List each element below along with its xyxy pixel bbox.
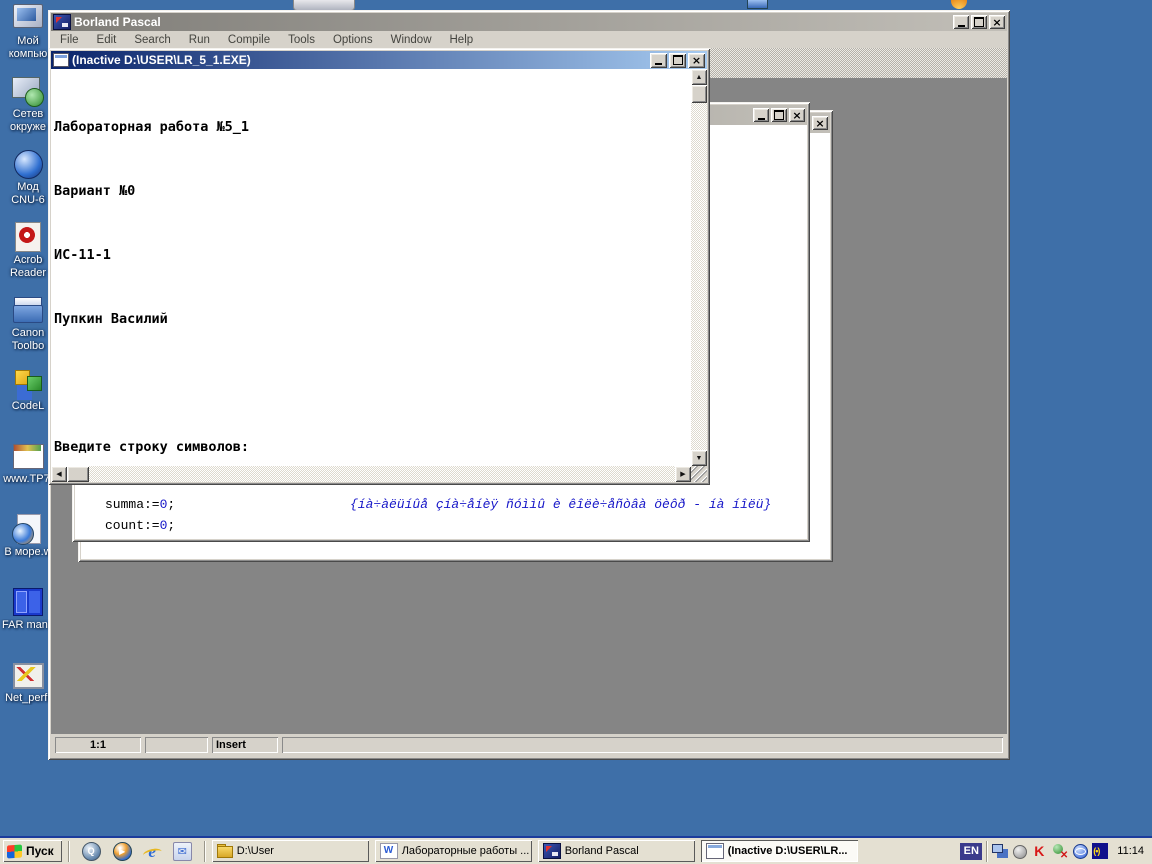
menu-item[interactable]: File (51, 33, 88, 47)
borland-pascal-icon[interactable] (53, 14, 71, 30)
menu-item[interactable]: Run (180, 33, 219, 47)
minimize-button[interactable] (650, 52, 667, 68)
code-line: summa:=0; (105, 497, 176, 512)
scroll-down-button[interactable]: ▼ (691, 450, 707, 466)
status-message-cell (282, 737, 1003, 753)
vertical-scroll-thumb[interactable] (691, 85, 707, 103)
dos-output-line: Вариант №0 (54, 183, 136, 199)
code-line: count:=0; (105, 518, 176, 533)
menu-bar: File Edit Search Run Compile Tools Optio… (51, 31, 1007, 48)
ie-icon[interactable] (144, 843, 161, 860)
folder-icon (216, 844, 233, 858)
scroll-left-button[interactable]: ◀ (51, 466, 67, 482)
dos-output-line: ИС-11-1 (54, 247, 111, 263)
quick-launch (76, 841, 198, 861)
taskbar-button[interactable]: (Inactive D:\USER\LR... (700, 840, 858, 862)
taskbar: Пуск D:\User Лабораторные работы ... Bor… (0, 836, 1152, 864)
partial-desktop-icon (747, 0, 768, 9)
window-title: Borland Pascal (74, 15, 161, 29)
start-button-label: Пуск (26, 844, 54, 858)
minimize-button[interactable] (753, 108, 769, 122)
dos-window: (Inactive D:\USER\LR_5_1.EXE) Лабораторн… (48, 48, 710, 485)
scroll-right-button[interactable]: ▶ (675, 466, 691, 482)
dos-output-line: Пупкин Василий (54, 311, 168, 327)
dos-icon (705, 843, 724, 859)
maximize-button[interactable] (771, 108, 787, 122)
menu-item[interactable]: Compile (219, 33, 279, 47)
taskbar-separator (67, 840, 70, 862)
dos-output: Лабораторная работа №5_1 Вариант №0 ИС-1… (54, 71, 689, 482)
menu-item[interactable]: Tools (279, 33, 324, 47)
taskbar-button[interactable]: D:\User (211, 840, 369, 862)
menu-item[interactable]: Search (125, 33, 179, 47)
quicktime-icon[interactable] (81, 841, 101, 861)
volume-tray-icon[interactable] (1012, 843, 1028, 859)
scroll-up-button[interactable]: ▲ (691, 69, 707, 85)
taskbar-button[interactable]: Лабораторные работы ... (374, 840, 532, 862)
system-tray: EN 11:14 (960, 840, 1149, 862)
network-tray-icon[interactable] (992, 843, 1008, 859)
close-button[interactable] (688, 52, 705, 68)
insert-mode-cell: Insert (212, 737, 278, 753)
dos-content: Лабораторная работа №5_1 Вариант №0 ИС-1… (51, 69, 707, 482)
language-indicator[interactable]: EN (960, 842, 983, 860)
horizontal-scrollbar[interactable]: ◀ ▶ (51, 466, 691, 482)
close-button[interactable] (789, 108, 805, 122)
menu-item[interactable]: Window (382, 33, 441, 47)
menu-item[interactable]: Help (441, 33, 483, 47)
outlook-express-icon[interactable] (172, 841, 192, 861)
start-button[interactable]: Пуск (3, 840, 62, 862)
windows-logo-icon (7, 843, 22, 859)
dos-output-line: Введите строку символов: (54, 439, 250, 455)
dos-titlebar[interactable]: (Inactive D:\USER\LR_5_1.EXE) (51, 51, 707, 69)
taskbar-button[interactable]: Borland Pascal (537, 840, 695, 862)
resize-grip[interactable] (691, 466, 707, 482)
maximize-button[interactable] (971, 15, 987, 29)
window-title: (Inactive D:\USER\LR_5_1.EXE) (72, 53, 251, 67)
dos-app-icon[interactable] (53, 53, 69, 67)
code-comment: {íà÷àëüíûå çíà÷åíèÿ ñóììû è êîëè÷åñòâà ö… (350, 497, 772, 512)
maximize-button[interactable] (669, 52, 686, 68)
dos-output-line: Лабораторная работа №5_1 (54, 119, 250, 135)
desktop: { "desktop": { "icons": [ {"icon":"my-co… (0, 0, 1152, 864)
clock[interactable]: 11:14 (1117, 845, 1144, 857)
status-bar: 1:1 Insert (51, 734, 1007, 756)
vertical-scrollbar[interactable]: ▲ ▼ (691, 69, 707, 466)
minimize-button[interactable] (953, 15, 969, 29)
status-cell (145, 737, 208, 753)
globe-tray-icon[interactable] (1072, 843, 1089, 859)
taskbar-button-label: D:\User (236, 845, 274, 857)
wmp-quicklaunch-icon[interactable] (112, 841, 132, 861)
word-icon (379, 843, 398, 859)
dos-output-line (54, 375, 689, 391)
close-button[interactable] (812, 116, 828, 130)
partial-desktop-icon (951, 0, 967, 9)
kaspersky-tray-icon[interactable] (1032, 843, 1048, 859)
taskbar-separator (986, 840, 989, 862)
radio-tray-icon[interactable] (1092, 843, 1109, 859)
agent-tray-icon[interactable] (1052, 843, 1068, 861)
borland-pascal-titlebar[interactable]: Borland Pascal (51, 13, 1007, 31)
taskbar-button-label: Лабораторные работы ... (401, 845, 530, 857)
taskbar-separator (203, 840, 206, 862)
menu-item[interactable]: Options (324, 33, 382, 47)
taskbar-button-label: (Inactive D:\USER\LR... (727, 845, 848, 857)
cursor-position-cell: 1:1 (55, 737, 141, 753)
taskbar-button-label: Borland Pascal (564, 845, 639, 857)
borland-icon (542, 843, 561, 859)
menu-item[interactable]: Edit (88, 33, 126, 47)
close-button[interactable] (989, 15, 1005, 29)
horizontal-scroll-thumb[interactable] (67, 466, 89, 482)
